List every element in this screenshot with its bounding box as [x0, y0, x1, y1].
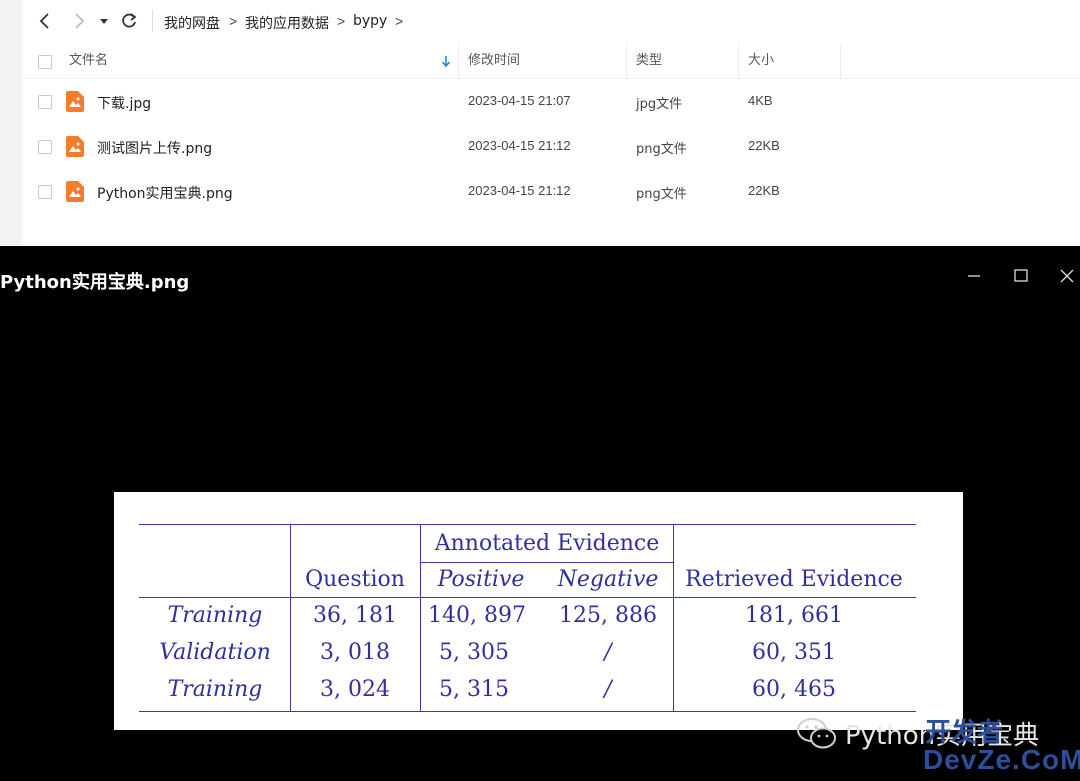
- file-modified: 2023-04-15 21:12: [468, 183, 571, 198]
- refresh-icon[interactable]: [118, 10, 140, 32]
- header-question: Question: [305, 567, 405, 592]
- column-divider[interactable]: [840, 44, 841, 78]
- viewer-title: Python实用宝典.png: [0, 272, 190, 293]
- file-size: 4KB: [748, 93, 773, 108]
- file-manager: 我的网盘 > 我的应用数据 > bypy > 文件名 修改时间 类型 大小 下载…: [0, 0, 1080, 246]
- cell-positive: 5, 305: [439, 640, 509, 665]
- select-all-checkbox[interactable]: [38, 55, 52, 69]
- breadcrumb-item[interactable]: 我的网盘: [164, 13, 220, 33]
- header-retrieved: Retrieved Evidence: [685, 567, 903, 592]
- file-size: 22KB: [748, 138, 780, 153]
- file-type: png文件: [636, 187, 687, 202]
- file-row[interactable]: 下载.jpg 2023-04-15 21:07 jpg文件 4KB: [22, 79, 1080, 123]
- table-column-rule: [673, 524, 675, 711]
- dropdown-icon[interactable]: [96, 10, 112, 32]
- column-divider[interactable]: [458, 44, 459, 78]
- breadcrumb-separator: >: [229, 13, 238, 29]
- devze-logo-bottom: DevZe.CoM: [923, 744, 1080, 775]
- sort-descending-icon[interactable]: [440, 53, 452, 69]
- image-file-icon: [66, 91, 84, 112]
- group-header: Annotated Evidence: [434, 531, 660, 556]
- breadcrumb-separator: >: [337, 13, 346, 29]
- file-type: png文件: [636, 142, 687, 157]
- file-modified: 2023-04-15 21:12: [468, 138, 571, 153]
- back-arrow-icon[interactable]: [34, 10, 56, 32]
- column-header-size[interactable]: 大小: [748, 44, 774, 78]
- table-rule-header: [139, 597, 916, 599]
- table-rule-group: [420, 562, 673, 564]
- row-label: Training: [167, 603, 263, 628]
- breadcrumb-separator: >: [395, 13, 404, 29]
- close-icon[interactable]: [1057, 266, 1077, 286]
- row-label: Training: [167, 677, 263, 702]
- cell-retrieved: 60, 351: [752, 640, 836, 665]
- toolbar-divider: [152, 10, 153, 32]
- maximize-icon[interactable]: [1011, 266, 1031, 286]
- cell-retrieved: 181, 661: [745, 603, 843, 628]
- column-header-modified[interactable]: 修改时间: [468, 44, 520, 78]
- breadcrumb-item[interactable]: 我的应用数据: [245, 13, 329, 33]
- cell-negative: /: [604, 677, 612, 702]
- displayed-image: Annotated Evidence Question Positive Neg…: [114, 492, 963, 730]
- cell-retrieved: 60, 465: [752, 677, 836, 702]
- cell-positive: 5, 315: [439, 677, 509, 702]
- column-header-name[interactable]: 文件名: [69, 44, 108, 78]
- file-type: jpg文件: [636, 97, 683, 112]
- image-file-icon: [66, 181, 84, 202]
- minimize-icon[interactable]: [964, 266, 984, 286]
- cell-question: 3, 018: [320, 640, 390, 665]
- column-header-type[interactable]: 类型: [636, 44, 662, 78]
- table-rule-top: [139, 524, 916, 526]
- toolbar: 我的网盘 > 我的应用数据 > bypy >: [0, 0, 1080, 44]
- file-name[interactable]: 测试图片上传.png: [97, 138, 212, 158]
- file-row[interactable]: Python实用宝典.png 2023-04-15 21:12 png文件 22…: [22, 169, 1080, 213]
- file-size: 22KB: [748, 183, 780, 198]
- cell-negative: /: [604, 640, 612, 665]
- forward-arrow-icon[interactable]: [68, 10, 90, 32]
- table-column-rule: [290, 524, 292, 711]
- row-checkbox[interactable]: [38, 140, 52, 154]
- header-positive: Positive: [437, 567, 525, 592]
- file-row[interactable]: 测试图片上传.png 2023-04-15 21:12 png文件 22KB: [22, 124, 1080, 168]
- header-negative: Negative: [557, 567, 659, 592]
- evidence-table: Annotated Evidence Question Positive Neg…: [114, 492, 963, 730]
- column-divider[interactable]: [626, 44, 627, 78]
- image-file-icon: [66, 136, 84, 157]
- row-checkbox[interactable]: [38, 95, 52, 109]
- row-checkbox[interactable]: [38, 185, 52, 199]
- column-divider[interactable]: [738, 44, 739, 78]
- cell-negative: 125, 886: [559, 603, 657, 628]
- column-header-row: 文件名 修改时间 类型 大小: [22, 44, 1080, 79]
- file-name[interactable]: Python实用宝典.png: [97, 183, 233, 203]
- cell-question: 36, 181: [313, 603, 397, 628]
- cell-positive: 140, 897: [428, 603, 526, 628]
- file-name[interactable]: 下载.jpg: [97, 93, 151, 113]
- cell-question: 3, 024: [320, 677, 390, 702]
- wechat-icon: [795, 716, 841, 752]
- file-modified: 2023-04-15 21:07: [468, 93, 571, 108]
- row-label: Validation: [159, 640, 271, 665]
- image-viewer-window: Python实用宝典.png Annotated Evidence Questi…: [0, 246, 1080, 781]
- watermark: Python实用宝典 开发者 DevZe.CoM: [795, 710, 1080, 781]
- breadcrumb-item[interactable]: bypy: [353, 13, 387, 29]
- table-column-rule: [420, 524, 422, 711]
